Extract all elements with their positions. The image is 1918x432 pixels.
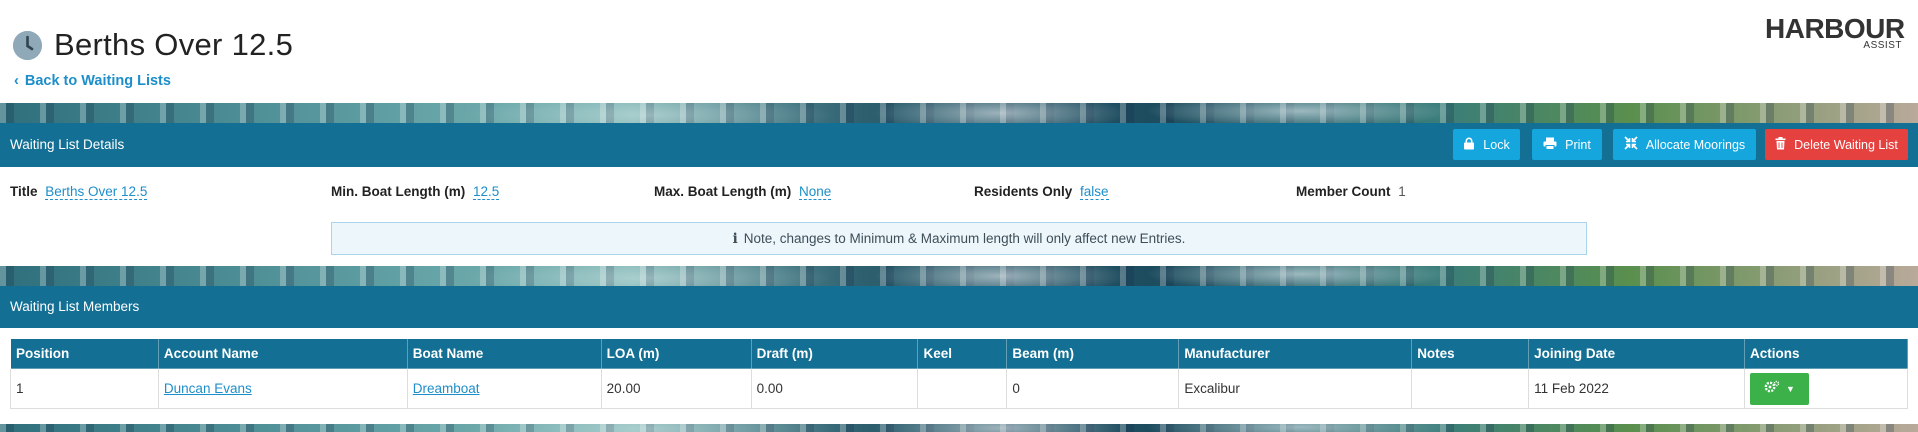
account-name-cell: Duncan Evans bbox=[157, 368, 408, 409]
caret-down-icon: ▼ bbox=[1786, 383, 1795, 394]
draft-cell: 0.00 bbox=[750, 368, 919, 409]
waiting-list-details-bar: Waiting List Details Lock Print Allocate… bbox=[0, 123, 1918, 167]
lock-icon bbox=[1463, 137, 1475, 153]
column-header[interactable]: Boat Name bbox=[406, 338, 602, 369]
column-header[interactable]: LOA (m) bbox=[600, 338, 752, 369]
beam-cell: 0 bbox=[1006, 368, 1180, 409]
length-change-note: i Note, changes to Minimum & Maximum len… bbox=[331, 222, 1587, 255]
boat-name-cell: Dreamboat bbox=[406, 368, 602, 409]
delete-waiting-list-button[interactable]: Delete Waiting List bbox=[1765, 129, 1908, 160]
member-count-label: Member Count bbox=[1296, 184, 1391, 199]
residents-only-label: Residents Only bbox=[974, 184, 1073, 199]
trash-icon bbox=[1775, 136, 1786, 153]
clock-icon bbox=[13, 31, 42, 60]
joining-date-cell: 11 Feb 2022 bbox=[1528, 368, 1745, 409]
members-bar-title: Waiting List Members bbox=[10, 299, 140, 314]
info-icon: i bbox=[732, 230, 738, 247]
position-cell: 1 bbox=[10, 368, 159, 409]
residents-only-editable-value[interactable]: false bbox=[1080, 184, 1109, 200]
note-text: Note, changes to Minimum & Maximum lengt… bbox=[743, 231, 1186, 246]
column-header[interactable]: Account Name bbox=[157, 338, 408, 369]
row-actions-dropdown-button[interactable]: ▼ bbox=[1749, 372, 1809, 405]
max-length-editable-value[interactable]: None bbox=[799, 184, 832, 200]
members-table: Position Account Name Boat Name LOA (m) … bbox=[10, 338, 1909, 409]
member-count-value: 1 bbox=[1398, 184, 1406, 199]
residents-only-field: Residents Only false bbox=[974, 184, 1109, 200]
account-name-link[interactable]: Duncan Evans bbox=[164, 381, 252, 396]
aerial-banner-top bbox=[0, 103, 1918, 123]
column-header[interactable]: Position bbox=[10, 338, 159, 369]
delete-button-label: Delete Waiting List bbox=[1794, 137, 1898, 152]
harbour-assist-logo: HARBOUR ASSIST bbox=[1765, 13, 1905, 53]
column-header: Actions bbox=[1743, 338, 1909, 369]
loa-cell: 20.00 bbox=[600, 368, 752, 409]
lock-button-label: Lock bbox=[1483, 137, 1510, 152]
back-to-waiting-lists-link[interactable]: ‹ Back to Waiting Lists bbox=[14, 73, 171, 89]
manufacturer-cell: Excalibur bbox=[1178, 368, 1413, 409]
title-editable-value[interactable]: Berths Over 12.5 bbox=[45, 184, 148, 200]
min-length-editable-value[interactable]: 12.5 bbox=[473, 184, 500, 200]
max-length-field: Max. Boat Length (m) None bbox=[654, 184, 832, 200]
column-header[interactable]: Beam (m) bbox=[1006, 338, 1180, 369]
lock-button[interactable]: Lock bbox=[1453, 129, 1520, 160]
print-button[interactable]: Print bbox=[1532, 129, 1602, 160]
title-label: Title bbox=[10, 184, 38, 199]
print-icon bbox=[1543, 137, 1557, 153]
cogs-icon bbox=[1764, 380, 1780, 397]
column-header[interactable]: Draft (m) bbox=[750, 338, 919, 369]
page-header: Berths Over 12.5 ‹ Back to Waiting Lists … bbox=[0, 0, 1918, 103]
compress-arrows-icon bbox=[1624, 136, 1638, 153]
aerial-banner-middle bbox=[0, 266, 1918, 286]
logo-sub-text: ASSIST bbox=[1863, 40, 1902, 51]
min-length-field: Min. Boat Length (m) 12.5 bbox=[331, 184, 500, 200]
column-header[interactable]: Manufacturer bbox=[1178, 338, 1413, 369]
details-bar-title: Waiting List Details bbox=[10, 137, 125, 152]
allocate-moorings-button[interactable]: Allocate Moorings bbox=[1613, 129, 1756, 160]
max-length-label: Max. Boat Length (m) bbox=[654, 184, 792, 199]
aerial-banner-bottom bbox=[0, 424, 1918, 432]
min-length-label: Min. Boat Length (m) bbox=[331, 184, 466, 199]
title-field: Title Berths Over 12.5 bbox=[10, 184, 148, 200]
notes-cell bbox=[1411, 368, 1530, 409]
actions-cell: ▼ bbox=[1743, 368, 1909, 409]
keel-cell bbox=[917, 368, 1008, 409]
column-header[interactable]: Notes bbox=[1411, 338, 1530, 369]
table-row: 1 Duncan Evans Dreamboat 20.00 0.00 0 Ex… bbox=[10, 368, 1909, 409]
waiting-list-details-panel: Title Berths Over 12.5 Min. Boat Length … bbox=[0, 167, 1918, 266]
members-panel: Position Account Name Boat Name LOA (m) … bbox=[0, 328, 1918, 424]
column-header[interactable]: Keel bbox=[917, 338, 1008, 369]
print-button-label: Print bbox=[1565, 137, 1591, 152]
chevron-left-icon: ‹ bbox=[14, 73, 19, 89]
member-count-field: Member Count 1 bbox=[1296, 184, 1406, 199]
back-link-label: Back to Waiting Lists bbox=[24, 73, 171, 89]
column-header[interactable]: Joining Date bbox=[1528, 338, 1745, 369]
waiting-list-members-bar: Waiting List Members bbox=[0, 286, 1918, 328]
boat-name-link[interactable]: Dreamboat bbox=[413, 381, 480, 396]
page-title: Berths Over 12.5 bbox=[54, 27, 294, 62]
allocate-button-label: Allocate Moorings bbox=[1645, 137, 1746, 152]
table-header-row: Position Account Name Boat Name LOA (m) … bbox=[10, 338, 1909, 369]
